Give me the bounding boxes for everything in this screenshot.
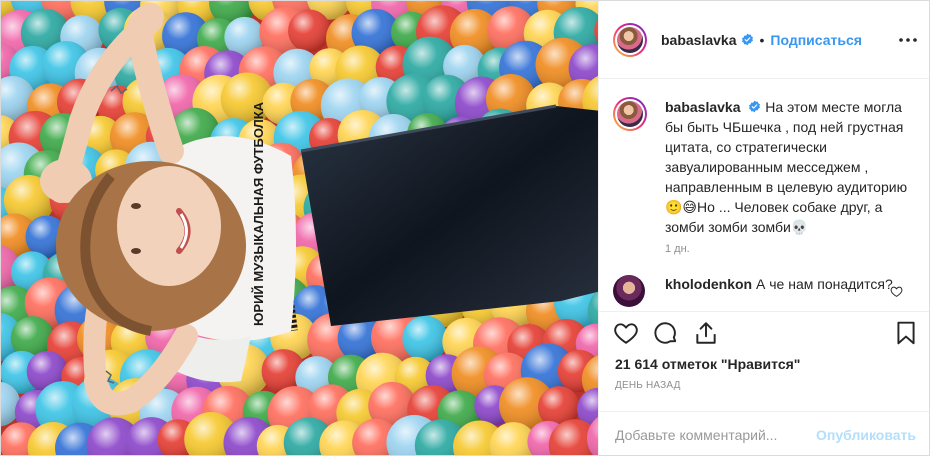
- publish-button[interactable]: Опубликовать: [816, 427, 916, 443]
- comments-list[interactable]: babaslavka На этом месте могла бы быть Ч…: [599, 79, 929, 311]
- likes-count[interactable]: 21 614 отметок "Нравится": [615, 356, 800, 372]
- more-horizontal-icon[interactable]: [898, 31, 918, 49]
- post-header: babaslavka • Подписаться: [599, 1, 929, 79]
- caption-verified-icon: [749, 100, 761, 113]
- caption-username[interactable]: babaslavka: [665, 99, 741, 115]
- comment-item: kholodenkon А че нам понадится?: [613, 275, 923, 307]
- author-avatar[interactable]: [613, 22, 647, 57]
- shirt-print-text: ЮРИЙ МУЗЫКАЛЬНАЯ ФУТБОЛКА: [251, 101, 266, 326]
- comment-text: А че нам понадится?: [756, 276, 893, 292]
- commenter-username[interactable]: kholodenkon: [665, 276, 752, 292]
- commenter-avatar[interactable]: [613, 275, 645, 307]
- ball-shine: [288, 9, 331, 53]
- action-bar: 21 614 отметок "Нравится" ДЕНЬ НАЗАД: [599, 311, 929, 411]
- comment-icon[interactable]: [653, 320, 679, 346]
- bookmark-icon[interactable]: [893, 320, 919, 346]
- verified-badge-icon: [741, 33, 753, 46]
- author-username[interactable]: babaslavka: [661, 32, 737, 48]
- post-photo[interactable]: ЮРИЙ МУЗЫКАЛЬНАЯ ФУТБОЛКА: [1, 1, 598, 455]
- caption-block: babaslavka На этом месте могла бы быть Ч…: [613, 97, 923, 237]
- caption-time[interactable]: 1 дн.: [665, 243, 690, 255]
- add-comment-bar: Опубликовать: [599, 411, 929, 455]
- share-icon[interactable]: [693, 320, 719, 346]
- heart-icon[interactable]: [613, 320, 639, 346]
- follow-button[interactable]: Подписаться: [770, 32, 862, 48]
- caption-text-block: babaslavka На этом месте могла бы быть Ч…: [665, 97, 923, 237]
- caption-text: На этом месте могла бы быть ЧБшечка , по…: [665, 99, 908, 235]
- post-container: ЮРИЙ МУЗЫКАЛЬНАЯ ФУТБОЛКА babaslavka • П…: [0, 0, 930, 456]
- header-separator: •: [759, 31, 765, 48]
- post-date[interactable]: ДЕНЬ НАЗАД: [615, 380, 681, 391]
- post-sidebar: babaslavka • Подписаться babaslavka На э…: [598, 1, 929, 455]
- photo-artwork: ЮРИЙ МУЗЫКАЛЬНАЯ ФУТБОЛКА: [1, 1, 598, 455]
- comment-like-heart-icon[interactable]: [890, 285, 903, 298]
- comment-input[interactable]: [615, 426, 817, 443]
- ball-shine: [402, 315, 448, 362]
- caption-avatar[interactable]: [613, 97, 647, 131]
